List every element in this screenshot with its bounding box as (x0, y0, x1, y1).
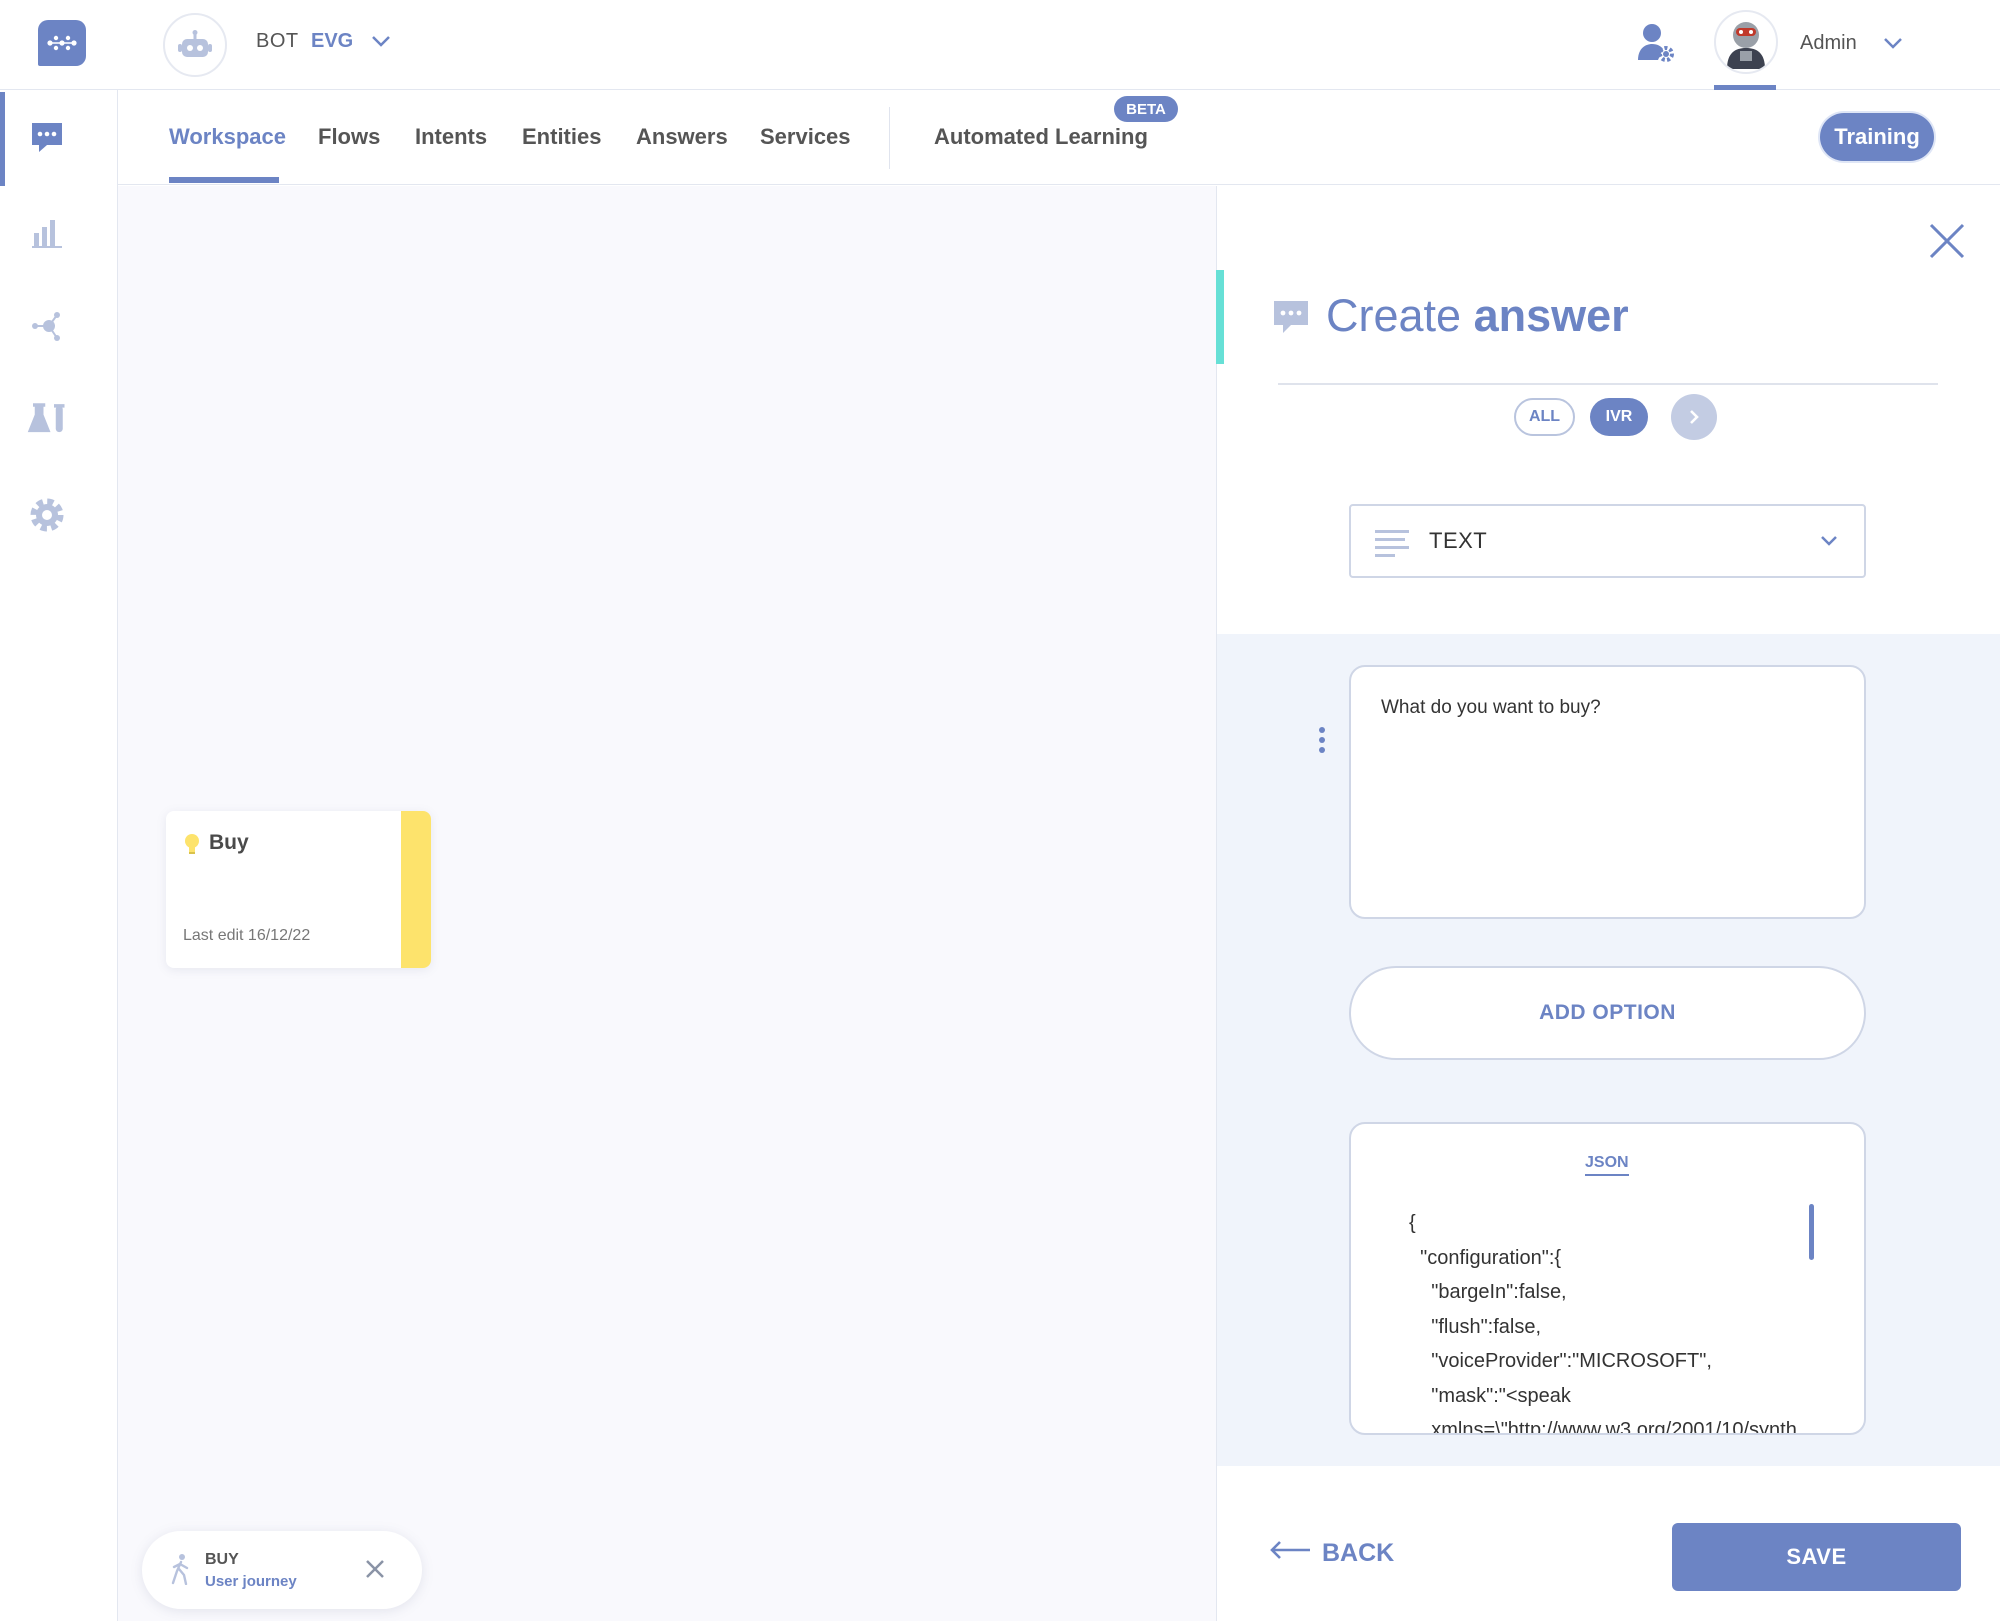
panel-title-divider (1278, 383, 1938, 385)
channel-pill-ivr[interactable]: IVR (1590, 398, 1648, 436)
lab-flask-icon[interactable] (26, 398, 68, 440)
close-icon[interactable] (364, 1558, 386, 1585)
channel-pill-all[interactable]: ALL (1514, 398, 1575, 436)
json-scrollbar[interactable] (1809, 1204, 1814, 1260)
arrow-left-icon (1268, 1539, 1312, 1568)
tab-services[interactable]: Services (760, 124, 851, 150)
answer-type-value: TEXT (1429, 528, 1488, 553)
back-label: BACK (1322, 1539, 1395, 1567)
user-settings-icon[interactable] (1636, 22, 1676, 69)
answer-type-select[interactable]: TEXT (1349, 504, 1866, 578)
beta-badge: BETA (1114, 96, 1178, 122)
tab-flows[interactable]: Flows (318, 124, 380, 150)
tab-intents[interactable]: Intents (415, 124, 487, 150)
answer-text-value: What do you want to buy? (1381, 697, 1601, 718)
node-last-edit: Last edit 16/12/22 (183, 927, 311, 944)
tab-entities[interactable]: Entities (522, 124, 601, 150)
panel-accent-bar (1216, 270, 1224, 364)
tab-workspace[interactable]: Workspace (169, 124, 286, 150)
top-bar (0, 0, 2000, 90)
journey-sub: User journey (205, 1573, 297, 1590)
bot-label: BOT (256, 30, 299, 52)
chat-icon[interactable] (26, 116, 68, 158)
bot-dropdown-chevron-down-icon[interactable] (370, 34, 392, 53)
tab-automated-learning[interactable]: Automated Learning (934, 124, 1148, 150)
bot-avatar-icon[interactable] (163, 13, 227, 77)
lightbulb-icon (183, 833, 201, 855)
admin-name[interactable]: Admin (1800, 32, 1857, 55)
back-button[interactable]: BACK (1268, 1539, 1394, 1568)
save-button[interactable]: SAVE (1672, 1523, 1961, 1591)
bar-chart-icon[interactable] (26, 212, 68, 254)
flow-node-card[interactable]: Buy Last edit 16/12/22 (166, 811, 431, 968)
tab-divider (889, 107, 890, 169)
admin-avatar[interactable] (1714, 10, 1778, 74)
node-title: Buy (209, 831, 249, 854)
tab-answers[interactable]: Answers (636, 124, 728, 150)
add-option-button[interactable]: ADD OPTION (1349, 966, 1866, 1060)
app-logo-icon[interactable] (38, 20, 86, 66)
json-tab[interactable]: JSON (1585, 1154, 1629, 1176)
user-journey-chip[interactable]: BUY User journey (142, 1531, 422, 1609)
journey-label: BUY (205, 1551, 239, 1568)
answer-chat-icon (1272, 298, 1310, 343)
walking-person-icon (170, 1553, 192, 1590)
sidebar-active-indicator (0, 92, 5, 186)
chevron-down-icon[interactable] (1819, 534, 1839, 553)
active-tab-underline (169, 177, 279, 183)
json-editor[interactable]: JSON { "configuration":{ "bargeIn":false… (1349, 1122, 1866, 1435)
node-color-stripe (401, 811, 431, 968)
panel-title: Create answer (1326, 290, 1629, 341)
text-lines-icon (1375, 528, 1409, 563)
more-options-icon[interactable] (1318, 726, 1326, 759)
training-button[interactable]: Training (1820, 113, 1934, 161)
bot-name[interactable]: EVG (311, 30, 353, 53)
panel-close-icon[interactable] (1928, 222, 1966, 265)
answer-text-input[interactable]: What do you want to buy? (1349, 665, 1866, 919)
admin-dropdown-chevron-down-icon[interactable] (1882, 36, 1904, 55)
network-icon[interactable] (26, 305, 68, 347)
gear-icon[interactable] (26, 494, 68, 536)
json-code[interactable]: { "configuration":{ "bargeIn":false, "fl… (1409, 1206, 1797, 1433)
chevron-right-icon[interactable] (1671, 394, 1717, 440)
